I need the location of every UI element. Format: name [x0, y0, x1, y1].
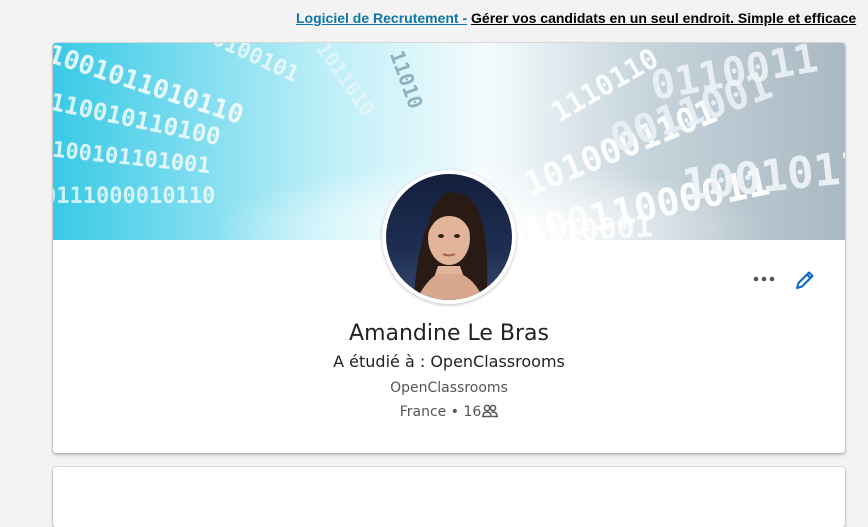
profile-location: France: [399, 404, 447, 420]
ad-banner[interactable]: Logiciel de Recrutement - Gérer vos cand…: [296, 8, 868, 30]
edit-profile-button[interactable]: [791, 267, 819, 293]
connections-count[interactable]: 16: [463, 404, 481, 420]
profile-photo-image: [386, 174, 512, 300]
pencil-icon: [796, 271, 814, 289]
profile-school-link[interactable]: OpenClassrooms: [53, 377, 845, 399]
next-section-card: [53, 467, 845, 527]
separator-dot: •: [450, 404, 459, 420]
connections-link[interactable]: 16: [463, 404, 499, 420]
profile-headline: A étudié à : OpenClassrooms: [333, 352, 565, 371]
profile-card: 1001011010110 0110010110100 110010110100…: [53, 43, 845, 453]
connections-icon: [482, 403, 499, 425]
ad-text[interactable]: Gérer vos candidats en un seul endroit. …: [471, 10, 856, 26]
more-actions-button[interactable]: [750, 267, 778, 291]
more-horizontal-icon: [753, 276, 775, 282]
profile-location-row: France • 16: [53, 401, 845, 425]
avatar[interactable]: [386, 174, 512, 300]
profile-photo-frame[interactable]: [382, 170, 516, 304]
profile-name: Amandine Le Bras: [349, 321, 549, 346]
ad-link[interactable]: Logiciel de Recrutement -: [296, 10, 467, 26]
